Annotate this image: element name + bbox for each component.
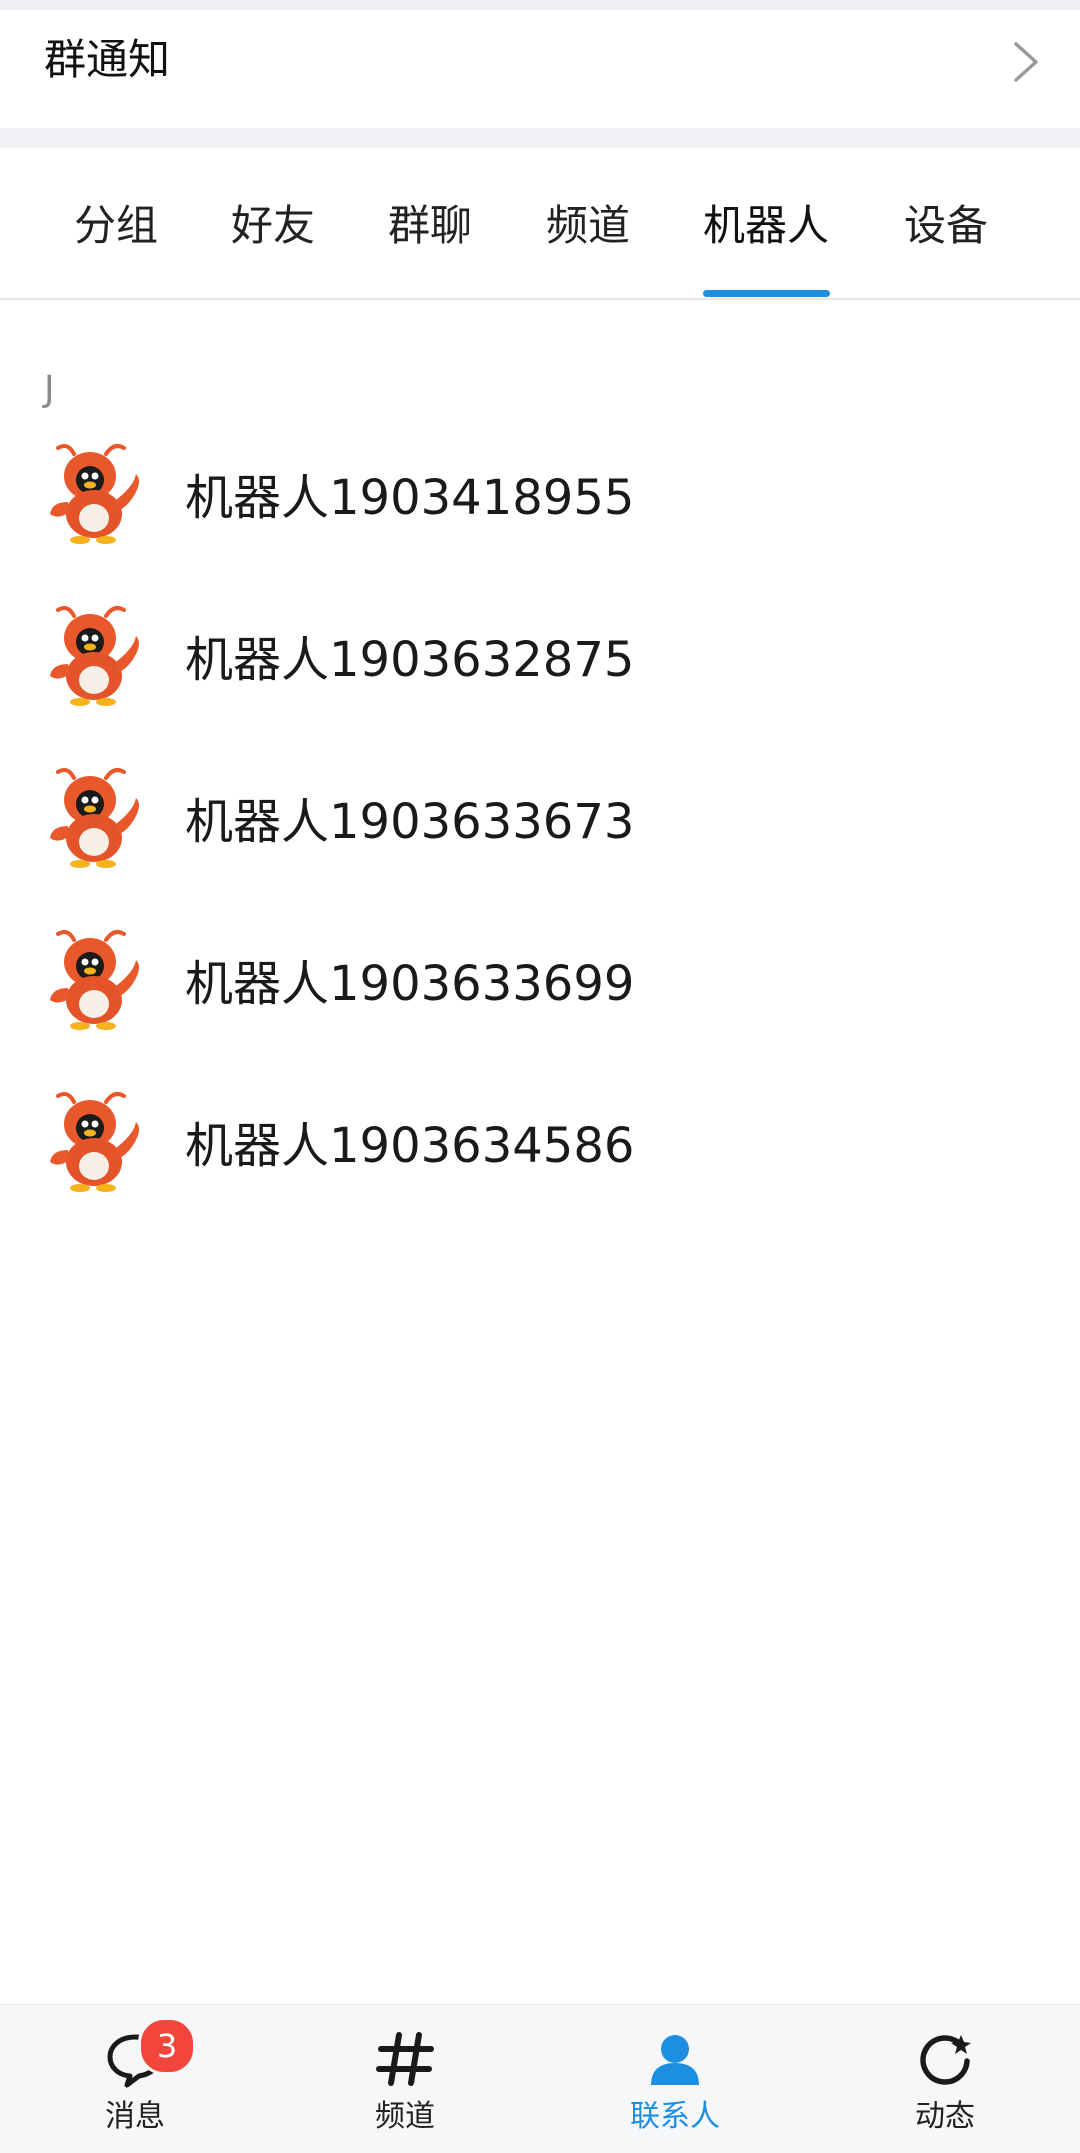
robot-avatar-icon xyxy=(50,606,139,706)
tab-channels[interactable]: 频道 xyxy=(546,200,630,252)
tab-group-chats[interactable]: 群聊 xyxy=(388,200,472,252)
hashtag-icon xyxy=(376,2032,434,2086)
contact-row[interactable]: 机器人1903632875 xyxy=(0,582,1080,744)
section-index-letter: J xyxy=(44,369,55,410)
top-strip xyxy=(0,0,1080,10)
person-icon xyxy=(651,2035,699,2085)
contact-name: 机器人1903418955 xyxy=(185,470,635,526)
tab-devices[interactable]: 设备 xyxy=(904,200,988,252)
nav-label: 动态 xyxy=(915,2099,975,2134)
nav-label: 频道 xyxy=(375,2099,435,2134)
nav-contacts[interactable]: 联系人 xyxy=(540,2005,810,2153)
contact-name: 机器人1903634586 xyxy=(185,1118,635,1174)
contact-name: 机器人1903633699 xyxy=(185,956,635,1012)
tab-friends[interactable]: 好友 xyxy=(231,200,315,252)
robot-avatar-icon xyxy=(50,768,139,868)
tab-groups[interactable]: 分组 xyxy=(74,200,158,252)
contact-row[interactable]: 机器人1903633673 xyxy=(0,744,1080,906)
tab-robots[interactable]: 机器人 xyxy=(703,200,829,252)
group-notice-row[interactable]: 群通知 xyxy=(0,10,1080,128)
group-notice-label: 群通知 xyxy=(44,35,171,84)
contact-row[interactable]: 机器人1903634586 xyxy=(0,1068,1080,1230)
unread-badge: 3 xyxy=(138,2017,196,2075)
nav-channels[interactable]: 频道 xyxy=(270,2005,540,2153)
refresh-star-icon xyxy=(920,2035,971,2085)
bottom-navigation-bar: 3 消息 频道 联系人 动态 xyxy=(0,2004,1080,2153)
active-tab-indicator xyxy=(703,290,830,297)
nav-label: 消息 xyxy=(105,2099,165,2134)
contact-row[interactable]: 机器人1903418955 xyxy=(0,420,1080,582)
nav-messages[interactable]: 3 消息 xyxy=(0,2005,270,2153)
contact-name: 机器人1903632875 xyxy=(185,632,635,688)
nav-label: 联系人 xyxy=(630,2099,720,2134)
contact-name: 机器人1903633673 xyxy=(185,794,635,850)
chevron-right-icon xyxy=(1014,42,1038,82)
nav-moments[interactable]: 动态 xyxy=(810,2005,1080,2153)
robot-avatar-icon xyxy=(50,444,139,544)
contact-row[interactable]: 机器人1903633699 xyxy=(0,906,1080,1068)
contact-tabs: 分组 好友 群聊 频道 机器人 设备 xyxy=(0,148,1080,300)
robot-avatar-icon xyxy=(50,930,139,1030)
section-divider xyxy=(0,128,1080,148)
robot-avatar-icon xyxy=(50,1092,139,1192)
